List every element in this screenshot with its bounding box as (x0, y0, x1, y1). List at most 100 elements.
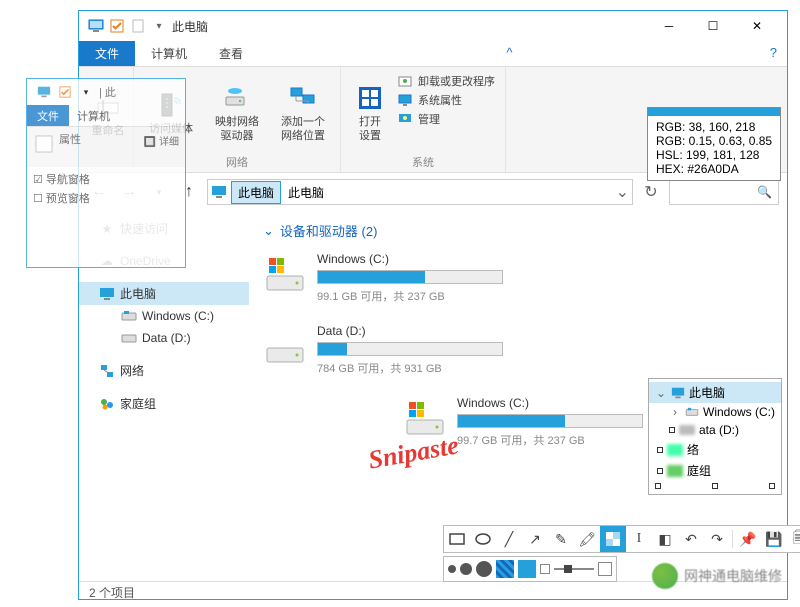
drive-info: 99.7 GB 可用，共 237 GB (457, 432, 643, 448)
ghost-preview-pane: ☐ 预览窗格 (33, 190, 179, 206)
tree-network[interactable]: 络 (649, 439, 781, 460)
computer-icon (211, 184, 227, 200)
tab-computer[interactable]: 计算机 (135, 41, 203, 66)
drive-icon (221, 82, 253, 114)
tool-ellipse[interactable] (470, 526, 496, 552)
ribbon-add-network[interactable]: 添加一个 网络位置 (276, 73, 330, 152)
tree-popup: ⌄ 此电脑 › Windows (C:) ata (D:) 络 庭组 (648, 378, 782, 495)
tab-file[interactable]: 文件 (79, 41, 135, 66)
status-text: 2 个项目 (89, 584, 135, 601)
document-icon[interactable] (129, 17, 147, 35)
tool-mosaic[interactable] (600, 526, 626, 552)
computer-icon (87, 17, 105, 35)
drive-usage-bar (457, 414, 643, 428)
dropdown-icon[interactable]: ▾ (150, 17, 168, 35)
tool-copy[interactable]: 🗐 (787, 526, 800, 552)
snipaste-toolbar-options (443, 556, 617, 582)
tab-view[interactable]: 查看 (203, 41, 259, 66)
tool-eraser[interactable]: ◧ (652, 526, 678, 552)
checkbox-icon (56, 83, 74, 101)
ghost-tab-computer: 计算机 (69, 105, 118, 126)
tool-pencil[interactable]: ✎ (548, 526, 574, 552)
window-controls: ─ ☐ ✕ (647, 12, 779, 40)
address-breadcrumb[interactable]: 此电脑 (281, 181, 331, 204)
ghost-tab-file: 文件 (27, 105, 69, 126)
refresh-button[interactable]: ↻ (639, 180, 663, 204)
drive-name: Windows (C:) (457, 396, 643, 410)
tool-text[interactable]: I (626, 526, 652, 552)
nav-this-pc[interactable]: 此电脑 (79, 282, 249, 305)
drive-info: 99.1 GB 可用，共 237 GB (317, 288, 503, 304)
tool-line[interactable]: ╱ (496, 526, 522, 552)
window-title: 此电脑 (172, 18, 647, 35)
tool-rect[interactable] (444, 526, 470, 552)
mosaic-style[interactable] (496, 560, 514, 578)
tool-pin[interactable]: 📌 (735, 526, 761, 552)
drive-icon (263, 324, 307, 368)
size-med[interactable] (460, 563, 472, 575)
quick-access-toolbar: ▾ (87, 17, 168, 35)
dropdown-icon: ▾ (77, 83, 95, 101)
drive-c[interactable]: Windows (C:) 99.1 GB 可用，共 237 GB (263, 252, 503, 304)
section-devices[interactable]: ⌄ 设备和驱动器 (2) (263, 221, 773, 240)
network-location-icon (287, 82, 319, 114)
size-slider[interactable] (540, 562, 612, 576)
ghost-nav-pane: ☑ 导航窗格 (33, 171, 179, 187)
ribbon-system-small: 卸载或更改程序 系统属性 管理 (397, 73, 495, 152)
chevron-right-icon: › (669, 405, 681, 419)
color-rgb-norm: RGB: 0.15, 0.63, 0.85 (656, 134, 772, 148)
addr-dropdown-icon[interactable]: ⌄ (616, 182, 629, 202)
drive-name: Windows (C:) (317, 252, 503, 266)
nav-homegroup[interactable]: 家庭组 (79, 392, 249, 415)
search-input[interactable]: 🔍 (669, 179, 779, 205)
ribbon-map-drive[interactable]: 映射网络 驱动器 (210, 73, 264, 152)
network-icon (99, 363, 115, 379)
color-swatch[interactable] (518, 560, 536, 578)
drive-icon (121, 308, 137, 324)
tool-marker[interactable]: 🖍 (574, 526, 600, 552)
tree-homegroup[interactable]: 庭组 (649, 460, 781, 481)
nav-data-d[interactable]: Data (D:) (79, 327, 249, 349)
tool-undo[interactable]: ↶ (678, 526, 704, 552)
checkbox-icon[interactable] (108, 17, 126, 35)
ribbon-manage[interactable]: 管理 (397, 111, 495, 127)
manage-icon (397, 111, 413, 127)
ribbon-open-settings[interactable]: 打开 设置 (351, 73, 389, 152)
search-icon: 🔍 (757, 185, 772, 199)
tree-root[interactable]: ⌄ 此电脑 (649, 382, 781, 403)
close-button[interactable]: ✕ (735, 12, 779, 40)
minimize-button[interactable]: ─ (647, 12, 691, 40)
size-small[interactable] (448, 565, 456, 573)
color-hex: HEX: #26A0DA (656, 162, 772, 176)
drive-d[interactable]: Data (D:) 784 GB 可用，共 931 GB (263, 324, 503, 376)
nav-network[interactable]: 网络 (79, 359, 249, 382)
uninstall-icon (397, 73, 413, 89)
size-large[interactable] (476, 561, 492, 577)
collapse-ribbon-icon[interactable]: ^ (496, 41, 522, 66)
sysprops-icon (397, 92, 413, 108)
tool-redo[interactable]: ↷ (704, 526, 730, 552)
drive-name: Data (D:) (317, 324, 503, 338)
nav-windows-c[interactable]: Windows (C:) (79, 305, 249, 327)
computer-icon (99, 286, 115, 302)
tool-save[interactable]: 💾 (761, 526, 787, 552)
snipaste-toolbar: ╱ ↗ ✎ 🖍 I ◧ ↶ ↷ 📌 💾 🗐 ✕ ✓ (443, 525, 800, 553)
drive-icon (263, 252, 307, 296)
address-segment[interactable]: 此电脑 (231, 181, 281, 204)
homegroup-icon (99, 396, 115, 412)
ribbon-sys-props[interactable]: 系统属性 (397, 92, 495, 108)
help-icon[interactable]: ? (760, 41, 787, 66)
tree-data-d[interactable]: ata (D:) (649, 421, 781, 439)
maximize-button[interactable]: ☐ (691, 12, 735, 40)
color-rgb: RGB: 38, 160, 218 (656, 120, 772, 134)
settings-icon (354, 82, 386, 114)
chevron-down-icon: ⌄ (263, 223, 274, 239)
address-bar[interactable]: 此电脑 此电脑 ⌄ (207, 179, 633, 205)
tree-windows-c[interactable]: › Windows (C:) (649, 403, 781, 421)
color-swatch (648, 108, 780, 116)
ribbon-uninstall[interactable]: 卸载或更改程序 (397, 73, 495, 89)
footer-logo-icon (652, 563, 678, 589)
computer-icon (35, 83, 53, 101)
color-info-tooltip: RGB: 38, 160, 218 RGB: 0.15, 0.63, 0.85 … (647, 107, 781, 181)
tool-arrow[interactable]: ↗ (522, 526, 548, 552)
